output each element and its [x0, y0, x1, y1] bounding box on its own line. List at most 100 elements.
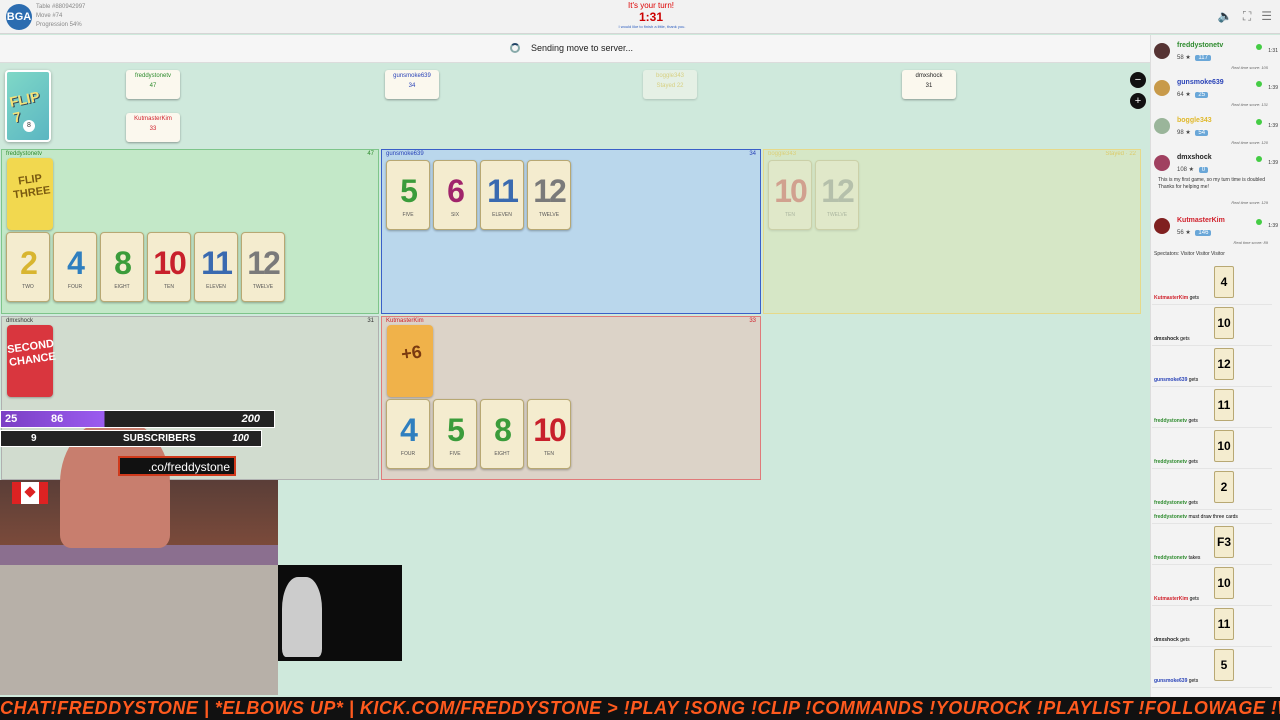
player-card-dmxshock[interactable]: dmxshock 108 ★ 0 1:39 This is my first game… — [1152, 150, 1278, 212]
number-card: 6 SIX — [433, 160, 477, 230]
turn-timer: 1:31 — [638, 10, 664, 24]
log-card: 11 — [1214, 389, 1234, 421]
number-card: 5 FIVE — [433, 399, 477, 469]
bga-logo[interactable]: BGA — [6, 4, 32, 30]
flip-three-card[interactable]: FLIP THREE — [7, 158, 53, 230]
player-panel-kutmasterkim: KutmasterKim 33 +6 4 FOUR 5 FIVE 8 EIGHT 10 TEN — [381, 316, 761, 480]
log-action: gets — [1189, 596, 1200, 602]
card-value: 5 — [447, 412, 465, 448]
player-rating: 98 ★ 54 — [1177, 129, 1209, 136]
log-player: gunsmoke639 — [1154, 377, 1188, 383]
log-action: gets — [1188, 418, 1198, 424]
status-bar: Sending move to server... — [0, 35, 1150, 63]
player-rating: 64 ★ 25 — [1177, 91, 1209, 98]
chip-name: gunsmoke639 — [393, 73, 431, 79]
handcam-feed — [278, 565, 402, 661]
log-text: freddystonetv must draw three cards — [1154, 514, 1238, 520]
number-card: 5 FIVE — [386, 160, 430, 230]
spectators-list: Spectators: Visitor Visitor Visitor — [1154, 251, 1225, 257]
avatar[interactable] — [1154, 43, 1170, 59]
follower-goal-bar: 25 86 200 — [0, 410, 275, 428]
player-rating: 108 ★ 0 — [1177, 166, 1209, 173]
score-chip-freddystonetv[interactable]: freddystonetv 47 — [126, 70, 180, 99]
move-number: Move #74 — [36, 13, 63, 19]
player-timer: 1:31 — [1268, 48, 1278, 54]
player-name[interactable]: boggle343 — [1177, 117, 1212, 124]
player-timer: 1:39 — [1268, 160, 1278, 166]
log-player: freddystonetv — [1154, 500, 1188, 506]
player-name[interactable]: KutmasterKim — [1177, 217, 1225, 224]
goal2-label: SUBSCRIBERS — [123, 433, 196, 444]
player-timer: 1:39 — [1268, 123, 1278, 129]
plus-six-card[interactable]: +6 — [387, 325, 433, 397]
panel-player-name: dmxshock — [6, 318, 34, 324]
top-icons: 🔈 ⛶ ☰ — [1218, 9, 1272, 24]
card-word: EIGHT — [114, 284, 130, 290]
log-player: freddystonetv — [1154, 459, 1188, 465]
table-number: Table #880942997 — [36, 4, 86, 10]
rank-badge: 54 — [1195, 130, 1209, 136]
player-name[interactable]: freddystonetv — [1177, 42, 1223, 49]
log-text: gunsmoke639 gets — [1154, 377, 1198, 383]
log-card: 12 — [1214, 348, 1234, 380]
log-entry: 12 gunsmoke639 gets — [1152, 346, 1272, 387]
rating-value: 108 — [1177, 167, 1188, 173]
zoom-in-button[interactable]: + — [1130, 93, 1146, 109]
score-chip-kutmasterkim[interactable]: KutmasterKim 33 — [126, 113, 180, 142]
card-value: 12 — [247, 245, 281, 281]
turn-label: It's your turn! — [628, 1, 674, 10]
score-chip-gunsmoke639[interactable]: gunsmoke639 34 — [385, 70, 439, 99]
log-text: gunsmoke639 gets — [1154, 678, 1198, 684]
status-text: Sending move to server... — [531, 43, 634, 53]
number-card: 8 EIGHT — [100, 232, 144, 302]
avatar[interactable] — [1154, 80, 1170, 96]
number-card: 4 FOUR — [53, 232, 97, 302]
hand-image — [282, 577, 322, 657]
player-name[interactable]: dmxshock — [1177, 154, 1212, 161]
zoom-out-button[interactable]: − — [1130, 72, 1146, 88]
log-player: freddystonetv — [1154, 514, 1188, 520]
player-card-kutmasterkim[interactable]: KutmasterKim 56 ★ 146 1:39 Real time score:… — [1152, 213, 1278, 249]
card-word: FOUR — [400, 451, 416, 457]
player-card-boggle343[interactable]: boggle343 98 ★ 54 1:39 Real time score: 120 — [1152, 113, 1278, 149]
second-chance-card[interactable]: SECOND CHANCE — [6, 325, 57, 397]
score-chip-boggle343[interactable]: boggle343 Stayed 22 — [643, 70, 697, 99]
kick-url-banner: .co/freddystone — [118, 456, 236, 476]
progression: Progression 54% — [36, 22, 82, 28]
log-action: gets — [1189, 295, 1200, 301]
goal-current: 86 — [51, 413, 64, 425]
card-word: FOUR — [67, 284, 83, 290]
rating-value: 98 — [1177, 130, 1184, 136]
special-card-text: SECOND CHANCE — [6, 337, 57, 370]
log-text: KutmasterKim gets — [1154, 596, 1199, 602]
log-card: F3 — [1214, 526, 1234, 558]
avatar[interactable] — [1154, 218, 1170, 234]
player-name[interactable]: gunsmoke639 — [1177, 79, 1224, 86]
volume-icon[interactable]: 🔈 — [1218, 9, 1233, 24]
fullscreen-icon[interactable]: ⛶ — [1243, 9, 1251, 24]
panel-player-name: gunsmoke639 — [386, 151, 424, 157]
avatar[interactable] — [1154, 118, 1170, 134]
real-time-score: Real time score: 129 — [1231, 200, 1268, 205]
online-status-icon — [1256, 119, 1262, 125]
number-card: 2 TWO — [6, 232, 50, 302]
special-card-text: +6 — [399, 341, 424, 365]
player-panel-gunsmoke639: gunsmoke639 34 5 FIVE 6 SIX 11 ELEVEN 12 TWELVE — [381, 149, 761, 314]
menu-icon[interactable]: ☰ — [1261, 9, 1272, 24]
online-status-icon — [1256, 219, 1262, 225]
log-action: gets — [1188, 377, 1199, 383]
log-text: freddystonetv takes — [1154, 555, 1200, 561]
draw-pile[interactable]: FLIP 7 8 — [5, 70, 51, 142]
avatar[interactable] — [1154, 155, 1170, 171]
log-entry: 5 gunsmoke639 gets — [1152, 647, 1272, 688]
card-word: TWO — [22, 284, 34, 290]
player-card-gunsmoke639[interactable]: gunsmoke639 64 ★ 25 1:39 Real time score: 1… — [1152, 75, 1278, 111]
log-player: dmxshock — [1154, 637, 1179, 643]
card-value: 10 — [153, 245, 187, 281]
player-card-freddystonetv[interactable]: freddystonetv 58 ★ 117 1:31 Real time score… — [1152, 38, 1278, 74]
score-chip-dmxshock[interactable]: dmxshock 31 — [902, 70, 956, 99]
card-word: TWELVE — [538, 212, 560, 218]
card-value: 8 — [114, 245, 132, 281]
chip-score: 47 — [149, 83, 157, 89]
card-value: 8 — [494, 412, 512, 448]
